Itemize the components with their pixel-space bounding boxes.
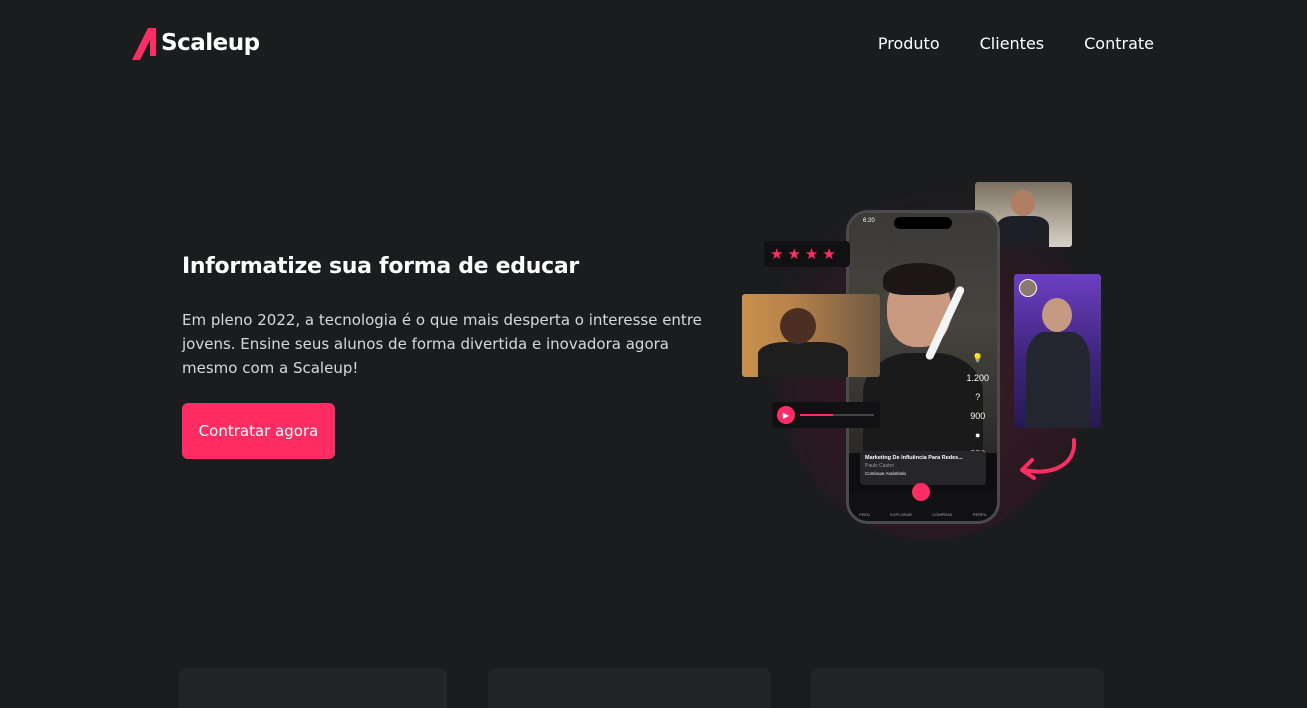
person-body	[997, 216, 1049, 247]
nav-feed[interactable]: FEED	[859, 512, 870, 517]
person-head	[1011, 190, 1035, 216]
star-icon: ★	[770, 246, 784, 263]
star-icon: ★	[804, 246, 819, 263]
hero-description: Em pleno 2022, a tecnologia é o que mais…	[182, 311, 702, 377]
contratar-agora-button[interactable]: Contratar agora	[182, 403, 335, 459]
audio-player[interactable]: ▶	[772, 402, 880, 428]
center-action-icon[interactable]	[912, 483, 930, 501]
player-progress	[800, 414, 834, 416]
rating-stars: ★ ★ ★ ★	[764, 241, 850, 267]
hero-illustration: 6:20 💡 1.200 ? 900 ● 553 Marketing De In…	[740, 168, 1112, 540]
card-cta: Continuar Assistindo	[865, 471, 907, 476]
photo-man-with-books	[742, 294, 880, 377]
presenter-body	[863, 353, 983, 453]
person-head	[1042, 298, 1072, 332]
person-head	[780, 308, 816, 344]
nav-link-clientes[interactable]: Clientes	[980, 34, 1045, 53]
nav-explorar[interactable]: EXPLORAR	[890, 512, 912, 517]
player-track[interactable]	[800, 414, 874, 416]
logo[interactable]: Scaleup	[130, 26, 260, 60]
hero-title: Informatize sua forma de educar	[182, 254, 579, 279]
card-title: Marketing De Influência Para Redes...	[865, 455, 963, 461]
photo-speaker-stage	[1014, 274, 1101, 428]
like-count: 1.200	[966, 373, 989, 383]
nav-link-produto[interactable]: Produto	[878, 34, 940, 53]
main-nav: Produto Clientes Contrate	[878, 34, 1154, 53]
feature-card	[488, 668, 771, 708]
logo-text: Scaleup	[161, 30, 260, 56]
nav-perfil[interactable]: PERFIL	[973, 512, 987, 517]
curved-arrow-icon	[1020, 438, 1077, 480]
nav-compras[interactable]: COMPRAS	[932, 512, 952, 517]
presenter-hair	[883, 263, 955, 295]
site-header: Scaleup Produto Clientes Contrate	[0, 0, 1307, 90]
continue-watching-card[interactable]: Marketing De Influência Para Redes... Pa…	[860, 451, 986, 485]
question-icon[interactable]: ?	[975, 392, 980, 402]
feature-card	[811, 668, 1104, 708]
person-body	[758, 342, 848, 377]
person-body	[1026, 332, 1090, 428]
question-count: 900	[970, 411, 986, 421]
phone-status-time: 6:20	[863, 218, 875, 224]
card-author: Paulo Castro	[865, 463, 894, 469]
star-icon: ★	[822, 246, 836, 263]
avatar	[1019, 279, 1037, 297]
lightbulb-icon[interactable]: 💡	[972, 353, 983, 364]
star-icon: ★	[787, 246, 801, 263]
phone-bottom-nav: FEED EXPLORAR COMPRAS PERFIL	[849, 483, 997, 521]
phone-notch	[894, 217, 952, 229]
feature-card	[179, 668, 447, 708]
play-icon[interactable]: ▶	[777, 406, 795, 424]
nav-link-contrate[interactable]: Contrate	[1084, 34, 1154, 53]
phone-side-actions: 💡 1.200 ? 900 ● 553	[966, 353, 989, 459]
logo-mark-icon	[132, 28, 156, 60]
whatsapp-icon[interactable]: ●	[975, 430, 980, 440]
